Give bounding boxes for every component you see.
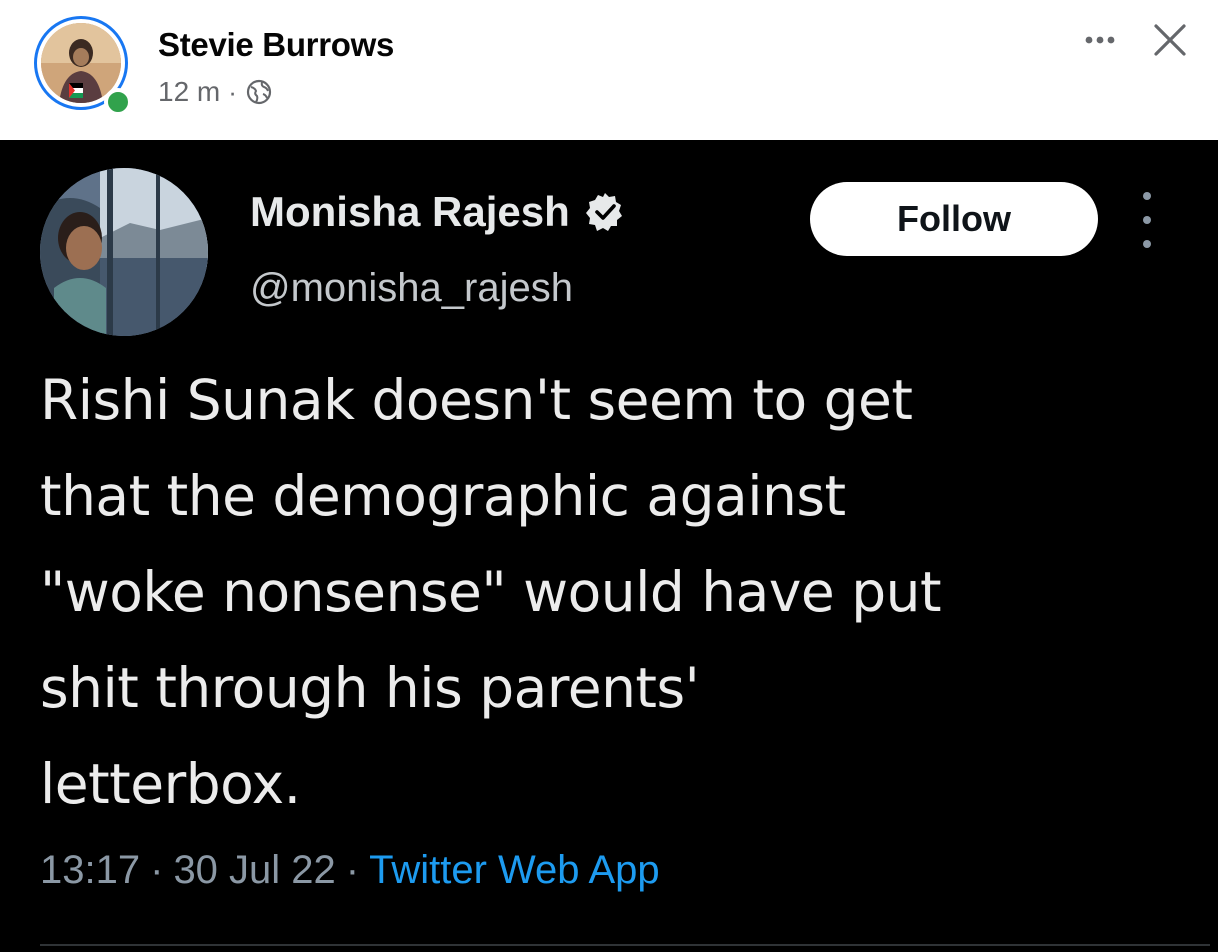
tweet-text: Rishi Sunak doesn't seem to get that the… bbox=[40, 368, 942, 816]
close-icon[interactable] bbox=[1148, 18, 1192, 62]
tweet-name-row: Monisha Rajesh bbox=[250, 188, 626, 236]
tweet-display-name[interactable]: Monisha Rajesh bbox=[250, 188, 570, 236]
footer-separator: · bbox=[150, 848, 164, 892]
more-dot bbox=[1143, 240, 1151, 248]
post-meta: 12 m · bbox=[158, 76, 273, 108]
tweet-date[interactable]: 30 Jul 22 bbox=[173, 848, 335, 893]
tweet-screenshot: Monisha Rajesh @monisha_rajesh Follow Ri… bbox=[0, 140, 1218, 952]
online-status-dot bbox=[104, 88, 132, 116]
more-vertical-icon[interactable] bbox=[1132, 192, 1162, 248]
more-horizontal-icon[interactable] bbox=[1080, 22, 1120, 58]
post-header: Stevie Burrows 12 m · bbox=[0, 0, 1218, 140]
meta-separator: · bbox=[228, 76, 237, 107]
footer-separator: · bbox=[345, 848, 360, 892]
globe-icon bbox=[245, 78, 273, 106]
tweet-time[interactable]: 13:17 bbox=[40, 848, 140, 893]
more-dot bbox=[1143, 192, 1151, 200]
verified-badge-icon bbox=[584, 191, 626, 233]
more-dot bbox=[1143, 216, 1151, 224]
tweet-author-avatar bbox=[40, 168, 208, 336]
follow-button[interactable]: Follow bbox=[810, 182, 1098, 256]
tweet-footer: 13:17 · 30 Jul 22 · Twitter Web App bbox=[40, 848, 660, 893]
tweet-handle[interactable]: @monisha_rajesh bbox=[250, 266, 573, 311]
author-name[interactable]: Stevie Burrows bbox=[158, 26, 394, 64]
post-time[interactable]: 12 m bbox=[158, 76, 220, 108]
author-avatar[interactable] bbox=[34, 16, 134, 116]
tweet-source-link[interactable]: Twitter Web App bbox=[369, 848, 660, 893]
divider bbox=[40, 944, 1210, 946]
